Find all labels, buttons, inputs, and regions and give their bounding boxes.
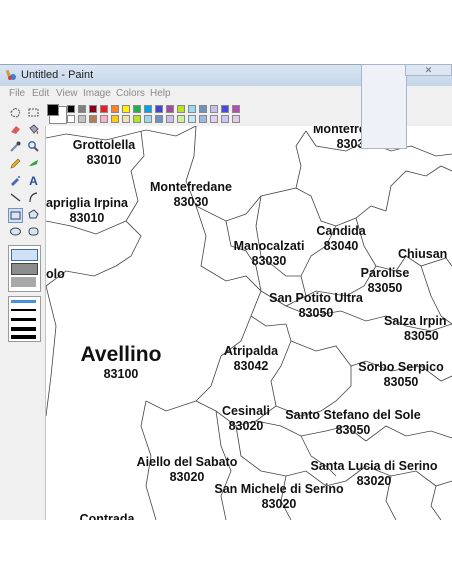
background-window-close-button[interactable]: ✕ [405,64,452,76]
menu-file[interactable]: File [9,88,25,99]
pencil-icon[interactable] [8,157,23,172]
map-label-aiello-del-sabato: Aiello del Sabato 83020 [136,455,238,484]
foreground-color-swatch[interactable] [47,104,59,116]
color-swatch[interactable] [67,115,75,123]
ellipse-icon[interactable] [8,225,23,240]
drawing-canvas[interactable]: Grottolella 83010 Montefredane 83030 aprig… [46,126,452,520]
color-swatch[interactable] [111,105,119,113]
line-width-1[interactable] [11,300,36,303]
map-label-cesinali: Cesinali 83020 [222,404,270,433]
map-label-grottolella: Grottolella 83010 [72,138,136,167]
map-label-santo-stefano-del-sole: Santo Stefano del Sole 83050 [285,408,421,437]
map-label-salza-irpina: Salza Irpin 83050 [384,314,447,343]
map-label-capriglia-irpina: apriglia Irpina 83010 [46,196,128,225]
background-window-panel[interactable] [361,64,407,149]
window-title: Untitled - Paint [21,69,94,81]
fill-only-option[interactable] [11,277,36,287]
map-label-avellino: Avellino 83100 [80,343,162,381]
map-label-contrada: Contrada [79,512,135,520]
map-label-montefredane: Montefredane 83030 [150,180,232,209]
curve-icon[interactable] [26,191,41,206]
menu-view[interactable]: View [56,88,78,99]
eraser-icon[interactable] [8,123,23,138]
color-swatch[interactable] [199,105,207,113]
color-swatch[interactable] [133,115,141,123]
color-swatch[interactable] [232,115,240,123]
map-label-atripalda: Atripalda 83042 [223,344,279,373]
color-swatch[interactable] [122,115,130,123]
map-label-olo: olo [46,267,65,281]
polygon-icon[interactable] [26,208,41,223]
brush-icon[interactable] [26,157,41,172]
map-label-san-michele-di-serino: San Michele di Serino 83020 [214,482,344,511]
map-label-chiusano: Chiusan [398,247,448,261]
color-swatch[interactable] [144,115,152,123]
menu-help[interactable]: Help [150,88,171,99]
free-select-icon[interactable] [8,106,23,121]
line-icon[interactable] [8,191,23,206]
outline-fill-option[interactable] [11,263,38,275]
tool-box: A [0,103,46,520]
color-swatch[interactable] [89,105,97,113]
color-swatch[interactable] [177,105,185,113]
color-swatch[interactable] [199,115,207,123]
paint-app-icon [5,69,16,80]
fill-bucket-icon[interactable] [26,123,41,138]
rectangle-icon[interactable] [8,208,23,223]
color-picker-icon[interactable] [8,140,23,155]
color-swatch[interactable] [67,105,75,113]
rect-select-icon[interactable] [26,106,41,121]
fill-style-options [8,245,41,292]
menu-colors[interactable]: Colors [116,88,145,99]
menu-edit[interactable]: Edit [32,88,49,99]
magnifier-icon[interactable] [26,140,41,155]
color-swatch[interactable] [155,115,163,123]
color-swatch[interactable] [166,115,174,123]
menu-image[interactable]: Image [83,88,111,99]
color-swatch[interactable] [166,105,174,113]
line-width-4[interactable] [11,327,36,331]
color-swatch[interactable] [221,115,229,123]
color-swatch[interactable] [133,105,141,113]
color-swatch[interactable] [188,105,196,113]
color-swatch[interactable] [100,115,108,123]
color-swatch[interactable] [177,115,185,123]
color-swatch[interactable] [221,105,229,113]
color-swatch[interactable] [210,115,218,123]
line-width-options [8,296,41,342]
color-swatch[interactable] [210,105,218,113]
color-swatch[interactable] [144,105,152,113]
map-label-san-potito-ultra: San Potito Ultra 83050 [269,291,363,320]
map-label-sorbo-serpico: Sorbo Serpico 83050 [358,360,444,389]
color-swatch[interactable] [111,115,119,123]
airbrush-icon[interactable] [8,174,23,189]
color-swatch[interactable] [188,115,196,123]
line-width-3[interactable] [11,318,36,321]
color-swatch[interactable] [155,105,163,113]
line-width-5[interactable] [11,335,36,339]
color-swatch[interactable] [232,105,240,113]
color-swatch[interactable] [122,105,130,113]
line-width-2[interactable] [11,309,36,311]
color-swatch[interactable] [89,115,97,123]
color-swatch[interactable] [78,115,86,123]
text-tool-icon[interactable]: A [26,174,41,189]
color-swatch[interactable] [78,105,86,113]
color-swatch[interactable] [100,105,108,113]
rounded-rectangle-icon[interactable] [26,225,41,240]
map-label-manocalzati: Manocalzati 83030 [233,239,305,268]
outline-option[interactable] [11,249,38,261]
